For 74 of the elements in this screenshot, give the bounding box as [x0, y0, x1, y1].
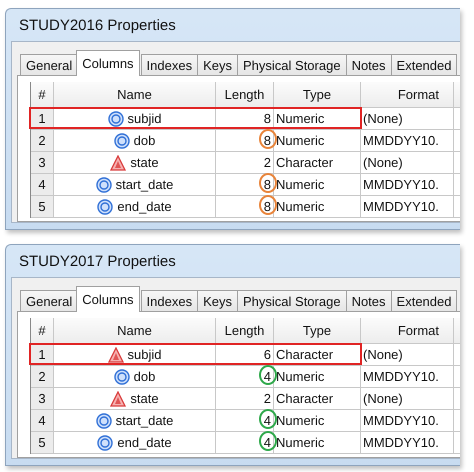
row-number: 5 — [31, 432, 54, 453]
column-type: Numeric — [274, 410, 361, 431]
column-name: start_date — [116, 413, 174, 428]
column-length: 2 — [264, 155, 271, 170]
column-type: Numeric — [274, 366, 361, 387]
row-number: 4 — [31, 410, 54, 431]
column-format: (None) — [361, 344, 454, 365]
column-name: end_date — [117, 435, 172, 450]
column-name: state — [130, 155, 159, 170]
tab[interactable]: General — [20, 290, 78, 312]
column-header[interactable]: Name — [54, 82, 216, 107]
column-header[interactable]: # — [31, 318, 54, 343]
column-type: Numeric — [274, 432, 361, 453]
column-length: 2 — [264, 391, 271, 406]
column-header[interactable]: Format — [361, 318, 454, 343]
column-type: Numeric — [274, 130, 361, 151]
row-number: 3 — [31, 152, 54, 173]
tab[interactable]: Extended — [390, 290, 458, 312]
column-format: (None) — [361, 388, 454, 409]
column-format: MMDDYY10. — [361, 410, 454, 431]
column-type: Numeric — [274, 174, 361, 195]
column-name: dob — [134, 369, 156, 384]
column-length: 8 — [264, 199, 271, 214]
column-header[interactable]: Name — [54, 318, 216, 343]
column-type: Numeric — [274, 196, 361, 217]
row-number: 5 — [31, 196, 54, 217]
tab[interactable]: Notes — [346, 290, 392, 312]
column-type: Character — [274, 152, 361, 173]
column-format: (None) — [361, 108, 454, 129]
window-title: STUDY2016 Properties — [19, 16, 176, 34]
tab[interactable]: Keys — [197, 290, 238, 312]
column-format: MMDDYY10. — [361, 174, 454, 195]
column-name: dob — [134, 133, 156, 148]
column-header[interactable]: Format — [361, 82, 454, 107]
window-title: STUDY2017 Properties — [19, 252, 176, 270]
column-length: 8 — [264, 177, 271, 192]
column-name: state — [130, 391, 159, 406]
column-header[interactable]: # — [31, 82, 54, 107]
tab[interactable]: Columns — [76, 50, 140, 76]
row-number: 2 — [31, 366, 54, 387]
column-length: 4 — [264, 413, 271, 428]
column-type: Numeric — [274, 108, 361, 129]
row-number: 2 — [31, 130, 54, 151]
row-number: 4 — [31, 174, 54, 195]
tab[interactable]: Indexes — [140, 54, 198, 76]
column-format: MMDDYY10. — [361, 366, 454, 387]
column-name: subjid — [128, 347, 162, 362]
column-length: 6 — [264, 347, 271, 362]
column-header[interactable]: Length — [216, 318, 274, 343]
column-header[interactable]: Type — [274, 82, 361, 107]
column-name: subjid — [128, 111, 162, 126]
tab[interactable]: Columns — [76, 286, 140, 312]
tab[interactable]: General — [20, 54, 78, 76]
column-header[interactable]: Type — [274, 318, 361, 343]
tab[interactable]: Indexes — [140, 290, 198, 312]
tab[interactable]: Notes — [346, 54, 392, 76]
column-format: MMDDYY10. — [361, 130, 454, 151]
column-length: 8 — [264, 111, 271, 126]
row-number: 3 — [31, 388, 54, 409]
column-length: 4 — [264, 435, 271, 450]
tab[interactable]: Physical Storage — [237, 290, 347, 312]
column-name: start_date — [116, 177, 174, 192]
column-length: 4 — [264, 369, 271, 384]
tab[interactable]: Keys — [197, 54, 238, 76]
column-type: Character — [274, 388, 361, 409]
column-format: (None) — [361, 152, 454, 173]
column-length: 8 — [264, 133, 271, 148]
column-name: end_date — [117, 199, 172, 214]
column-format: MMDDYY10. — [361, 196, 454, 217]
column-type: Character — [274, 344, 361, 365]
column-header[interactable]: Length — [216, 82, 274, 107]
column-format: MMDDYY10. — [361, 432, 454, 453]
tab[interactable]: Extended — [390, 54, 458, 76]
tab[interactable]: Physical Storage — [237, 54, 347, 76]
